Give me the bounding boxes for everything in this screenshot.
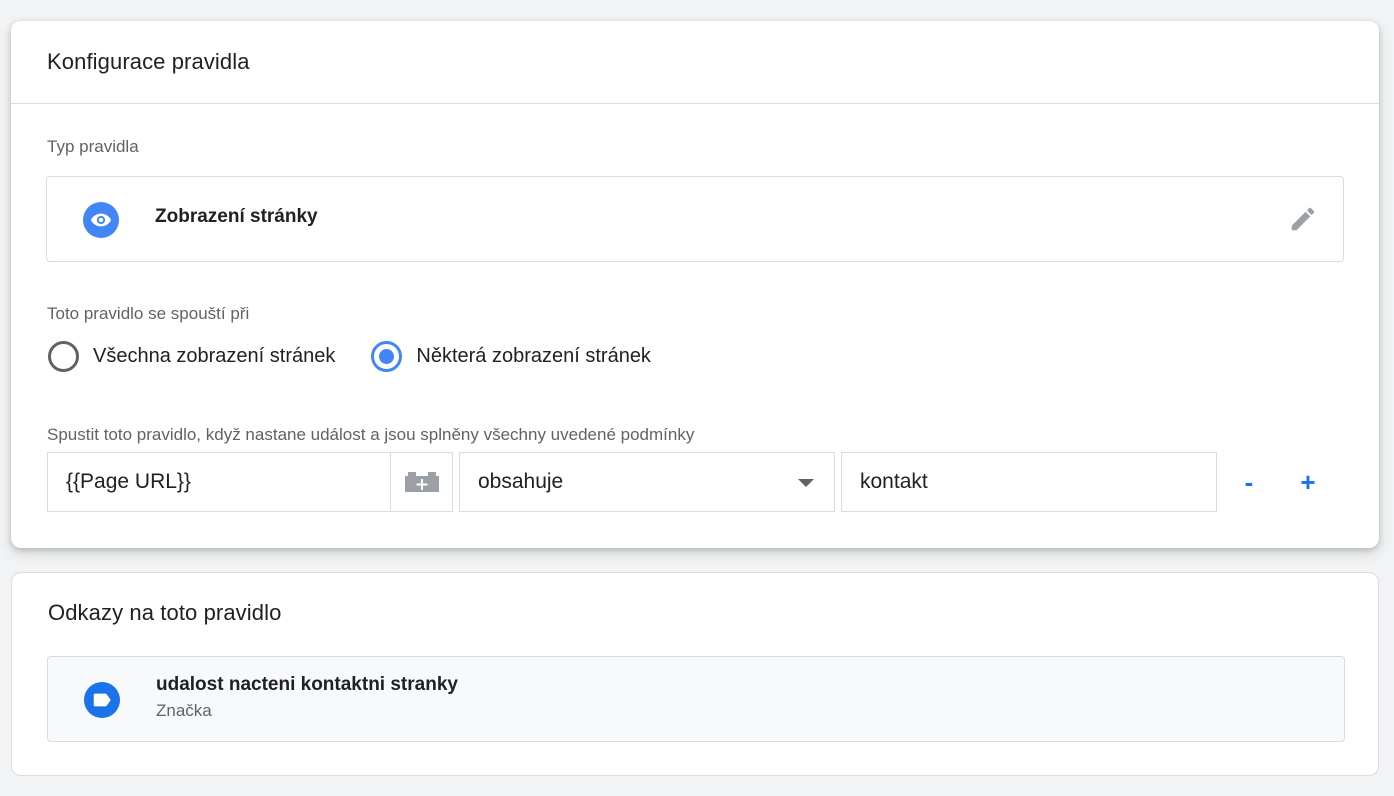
trigger-type-name: Zobrazení stránky <box>155 206 318 227</box>
radio-label: Některá zobrazení stránek <box>416 345 651 367</box>
trigger-type-selector[interactable]: Zobrazení stránky <box>46 176 1344 262</box>
chevron-down-icon <box>798 479 814 487</box>
card-title: Konfigurace pravidla <box>47 49 250 74</box>
lego-brick-add-icon[interactable] <box>390 453 452 511</box>
pencil-icon[interactable] <box>1287 203 1319 235</box>
reference-item[interactable]: udalost nacteni kontaktni stranky Značka <box>47 656 1345 742</box>
add-condition-button[interactable]: + <box>1292 466 1324 498</box>
reference-name: udalost nacteni kontaktni stranky <box>156 674 458 695</box>
condition-label: Spustit toto pravidlo, když nastane udál… <box>47 425 695 444</box>
trigger-type-label: Typ pravidla <box>47 137 139 156</box>
operator-value: obsahuje <box>478 470 564 493</box>
operator-dropdown[interactable]: obsahuje <box>459 452 835 512</box>
trigger-config-card: Konfigurace pravidla Typ pravidla Zobraz… <box>11 21 1379 548</box>
condition-value-input[interactable]: kontakt <box>841 452 1217 512</box>
reference-type: Značka <box>156 701 212 720</box>
card-header: Konfigurace pravidla <box>11 21 1379 104</box>
trigger-references-card: Odkazy na toto pravidlo udalost nacteni … <box>11 572 1379 776</box>
radio-label: Všechna zobrazení stránek <box>93 345 336 367</box>
fires-on-radio-group: Všechna zobrazení stránek Některá zobraz… <box>48 341 687 372</box>
card-header: Odkazy na toto pravidlo <box>12 573 1378 653</box>
variable-value: {{Page URL}} <box>66 470 191 493</box>
radio-all-page-views[interactable]: Všechna zobrazení stránek <box>48 341 335 372</box>
radio-dot <box>379 349 395 364</box>
variable-field[interactable]: {{Page URL}} <box>47 452 453 512</box>
radio-some-page-views[interactable]: Některá zobrazení stránek <box>371 341 651 372</box>
radio-circle-checked[interactable] <box>371 341 403 372</box>
radio-circle[interactable] <box>48 341 79 372</box>
fires-on-label: Toto pravidlo se spouští při <box>47 304 250 323</box>
remove-condition-button[interactable]: - <box>1233 466 1265 498</box>
tag-icon <box>84 682 120 718</box>
condition-value-text: kontakt <box>860 470 928 493</box>
card-title: Odkazy na toto pravidlo <box>48 600 282 625</box>
eye-icon <box>83 202 119 238</box>
